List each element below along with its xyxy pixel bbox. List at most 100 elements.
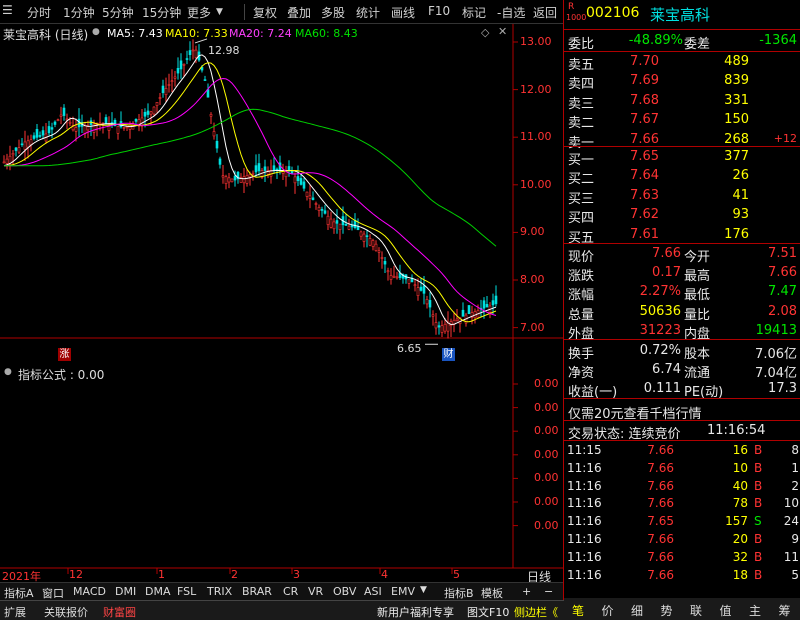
candle-body (245, 175, 249, 184)
fund-row: 净资 6.74 流通 7.04亿 (564, 360, 800, 381)
detail-tab[interactable]: 值 (720, 602, 732, 619)
diejia-button[interactable]: 叠加 (287, 4, 311, 21)
tab-indicator-a[interactable]: 指标A (4, 585, 34, 601)
finance-tag[interactable]: 财 (442, 348, 455, 361)
f10-button[interactable]: F10 (428, 4, 450, 18)
zoom-in-button[interactable]: + (522, 585, 531, 598)
tab-brar[interactable]: BRAR (242, 585, 272, 598)
x-label-12: 12 (69, 568, 83, 581)
tab-cr[interactable]: CR (283, 585, 298, 598)
detail-tab[interactable]: 细 (631, 602, 643, 619)
f10-link[interactable]: 图文F10 (467, 604, 509, 620)
tick-time: 11:16 (567, 514, 602, 529)
chart-header: 莱宝高科 (日线) ● MA5: 7.43 MA10: 7.33 MA20: 7… (0, 24, 513, 42)
bid-label: 买一 (568, 153, 595, 168)
ma60-label: MA60: 8.43 (295, 27, 358, 40)
bid-volume: 176 (724, 226, 749, 242)
expand-button[interactable]: 扩展 (4, 604, 26, 620)
sidebar-toggle[interactable]: 侧边栏《 (514, 604, 558, 620)
tab-vr[interactable]: VR (308, 585, 323, 598)
tab-window[interactable]: 窗口 (42, 585, 64, 601)
promo-link[interactable]: 新用户福利专享 (377, 604, 454, 620)
duogu-button[interactable]: 多股 (321, 4, 345, 21)
huaxian-button[interactable]: 画线 (391, 4, 415, 21)
candle-body (416, 287, 420, 296)
candle-body (149, 111, 153, 115)
more-button[interactable]: 更多 (187, 4, 211, 21)
tab-macd[interactable]: MACD (73, 585, 106, 598)
candle-body (305, 191, 309, 197)
zixuan-button[interactable]: -自选 (497, 4, 525, 21)
tick-volume: 32 (732, 549, 748, 564)
tick-time: 11:15 (567, 443, 602, 457)
up-limit-tag[interactable]: 涨 (58, 348, 71, 361)
candle-body (299, 178, 303, 185)
tabs-dropdown-icon[interactable]: ▼ (420, 585, 427, 595)
candle-body (17, 147, 21, 153)
tab-template[interactable]: 模板 (481, 585, 503, 601)
tab-asi[interactable]: ASI (364, 585, 382, 598)
price-tick: 8.00 (520, 273, 545, 286)
candle-body (308, 195, 312, 199)
tab-dmi[interactable]: DMI (115, 585, 136, 598)
candle-body (50, 127, 54, 130)
stat-value: 31223 (639, 322, 681, 338)
tab-dma[interactable]: DMA (145, 585, 171, 598)
detail-tab[interactable]: 价 (602, 602, 614, 619)
more-chevron-icon[interactable]: ▼ (216, 7, 223, 17)
close-icon[interactable]: ✕ (498, 25, 507, 38)
candle-body (146, 110, 150, 115)
tab-indicator-b[interactable]: 指标B (444, 585, 474, 601)
tick-price: 7.66 (647, 532, 674, 546)
detail-tab[interactable]: 势 (661, 602, 673, 619)
ask-price: 7.66 (630, 131, 659, 147)
stat-row: 涨幅 2.27% 最低 7.47 (564, 282, 800, 304)
bid-label: 买三 (568, 191, 595, 207)
detail-tab[interactable]: 主 (749, 602, 761, 619)
indicator-chevron-icon[interactable]: ● (4, 367, 12, 377)
tab-1min[interactable]: 1分钟 (63, 4, 95, 21)
stat-label: 最低 (684, 288, 711, 304)
zoom-out-button[interactable]: − (544, 585, 553, 598)
tab-emv[interactable]: EMV (391, 585, 415, 598)
fuquan-button[interactable]: 复权 (253, 4, 277, 21)
price-tick: 12.00 (520, 82, 552, 96)
candle-body (221, 175, 225, 178)
candle-body (143, 111, 147, 117)
diamond-icon[interactable]: ◇ (481, 26, 489, 39)
tongji-button[interactable]: 统计 (356, 4, 380, 21)
bid-volume: 26 (732, 168, 749, 184)
candle-body (455, 318, 459, 321)
wealth-circle-button[interactable]: 财富圈 (103, 604, 136, 620)
detail-tab[interactable]: 笔 (572, 602, 584, 619)
candle-body (98, 122, 102, 125)
candle-body (443, 323, 447, 332)
tick-price: 7.66 (647, 567, 674, 582)
detail-tab[interactable]: 联 (690, 602, 702, 619)
tab-fenshi[interactable]: 分时 (27, 4, 51, 21)
tab-5min[interactable]: 5分钟 (102, 4, 134, 21)
biaoji-button[interactable]: 标记 (462, 4, 486, 21)
tick-price: 7.66 (647, 549, 674, 564)
candle-body (389, 275, 393, 280)
tick-volume: 18 (732, 567, 748, 582)
related-quote-button[interactable]: 关联报价 (44, 604, 88, 620)
tab-trix[interactable]: TRIX (207, 585, 232, 598)
menu-icon[interactable]: ☰ (2, 3, 13, 17)
tab-fsl[interactable]: FSL (177, 585, 196, 598)
bid-row: 买一 7.65 377 (564, 147, 800, 168)
candle-body (323, 210, 327, 214)
detail-tab[interactable]: 筹 (779, 602, 791, 619)
high-price-label: 12.98 (208, 44, 240, 57)
candle-body (167, 84, 171, 86)
tab-obv[interactable]: OBV (333, 585, 356, 598)
candle-body (230, 178, 234, 183)
candle-body (383, 260, 387, 265)
chart-options-chevron-icon[interactable]: ● (92, 27, 100, 37)
tab-15min[interactable]: 15分钟 (142, 4, 181, 21)
candle-body (371, 240, 375, 247)
kline-chart[interactable] (0, 24, 563, 600)
back-button[interactable]: 返回 (533, 4, 557, 21)
weicha-label: 委差 (684, 37, 711, 52)
trade-time: 11:16:54 (707, 423, 766, 438)
